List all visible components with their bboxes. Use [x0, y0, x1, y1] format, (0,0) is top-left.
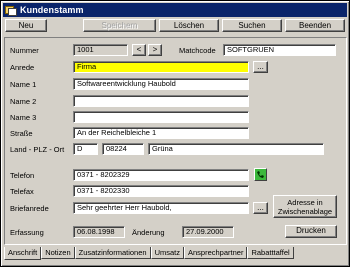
prev-record-button[interactable]: <	[132, 44, 146, 56]
window-title: Kundenstamm	[20, 5, 84, 15]
matchcode-field[interactable]: SOFTGRUEN	[223, 44, 336, 56]
phone-icon	[257, 171, 264, 178]
name2-label: Name 2	[10, 97, 37, 106]
save-button[interactable]: Speichern	[83, 19, 156, 32]
tab-ansprechpartner[interactable]: Ansprechpartner	[184, 247, 248, 259]
name1-label: Name 1	[10, 80, 37, 89]
new-button[interactable]: Neu	[5, 19, 47, 32]
tab-umsatz[interactable]: Umsatz	[150, 247, 184, 259]
phone-label: Telefon	[10, 171, 35, 180]
number-label: Nummer	[10, 46, 39, 55]
name3-field[interactable]	[73, 111, 249, 123]
letter-salutation-field[interactable]: Sehr geehrter Herr Haubold,	[73, 202, 249, 214]
created-field: 06.08.1998	[73, 226, 125, 238]
salutation-picker-button[interactable]: ...	[253, 61, 268, 73]
phone-field[interactable]: 0371 - 8202329	[73, 169, 249, 181]
number-field[interactable]: 1001	[73, 44, 128, 56]
dial-button[interactable]	[254, 168, 267, 181]
location-label: Land - PLZ - Ort	[10, 145, 65, 154]
tab-anschrift[interactable]: Anschrift	[4, 247, 42, 260]
street-field[interactable]: An der Reichelbleiche 1	[73, 127, 249, 139]
folder-icon	[5, 5, 17, 16]
tab-notizen[interactable]: Notizen	[41, 247, 75, 259]
copy-address-button[interactable]: Adresse in Zwischenablage	[273, 195, 337, 218]
matchcode-label: Matchcode	[179, 46, 216, 55]
name3-label: Name 3	[10, 113, 37, 122]
search-button[interactable]: Suchen	[222, 19, 282, 32]
fax-field[interactable]: 0371 - 8202330	[73, 185, 249, 197]
fax-label: Telefax	[10, 187, 34, 196]
name1-field[interactable]: Softwareentwicklung Haubold	[73, 78, 249, 90]
next-record-button[interactable]: >	[148, 44, 162, 56]
street-label: Straße	[10, 129, 33, 138]
salutation-label: Anrede	[10, 63, 35, 72]
modified-field: 27.09.2000	[182, 226, 234, 238]
exit-button[interactable]: Beenden	[285, 19, 345, 32]
copy-address-line2: Zwischenablage	[277, 206, 333, 216]
letter-salutation-label: Briefanrede	[10, 204, 49, 213]
tab-zusatzinformationen[interactable]: Zusatzinformationen	[74, 247, 151, 259]
salutation-field[interactable]: Firma	[73, 61, 249, 73]
kundenstamm-window: Kundenstamm Neu Speichern Löschen Suchen…	[0, 0, 350, 267]
modified-label: Änderung	[132, 228, 165, 237]
delete-button[interactable]: Löschen	[159, 19, 219, 32]
letter-salutation-picker-button[interactable]: ...	[253, 202, 268, 214]
title-bar[interactable]: Kundenstamm	[3, 3, 347, 17]
zip-field[interactable]: 08224	[102, 143, 144, 155]
copy-address-line1: Adresse in	[287, 197, 323, 207]
tab-strip: Anschrift Notizen Zusatzinformationen Um…	[4, 247, 294, 260]
print-button[interactable]: Drucken	[285, 225, 337, 238]
created-label: Erfassung	[10, 228, 44, 237]
tab-rabatttaffel[interactable]: Rabatttaffel	[247, 247, 294, 259]
country-field[interactable]: D	[73, 143, 98, 155]
city-field[interactable]: Grüna	[148, 143, 324, 155]
name2-field[interactable]	[73, 95, 249, 107]
